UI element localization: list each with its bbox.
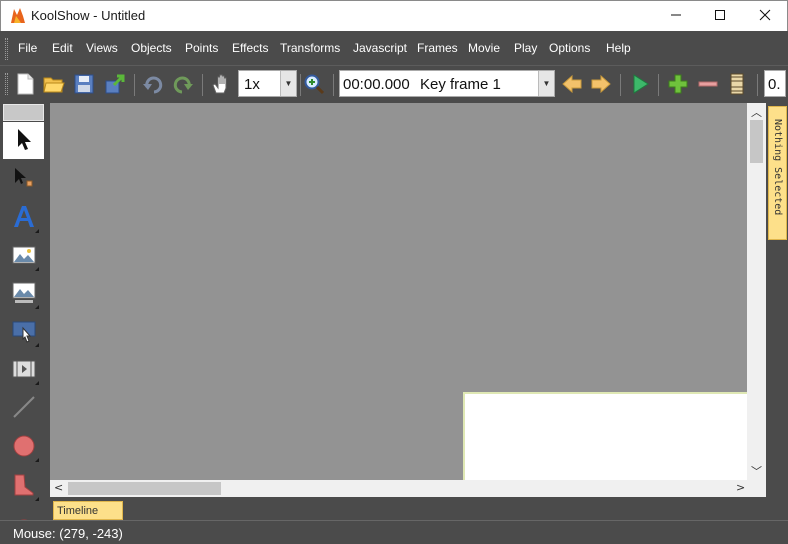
tool-palette-header: [3, 104, 44, 121]
new-document-icon[interactable]: [14, 73, 36, 95]
mouse-position: Mouse: (279, -243): [13, 526, 123, 541]
minimize-icon: [670, 9, 682, 24]
undo-icon[interactable]: [142, 73, 164, 95]
menu-file[interactable]: File: [18, 41, 37, 55]
menu-points[interactable]: Points: [185, 41, 218, 55]
timeline-tab[interactable]: Timeline: [53, 501, 123, 520]
bottom-panel-strip: [47, 498, 767, 520]
menu-edit[interactable]: Edit: [52, 41, 73, 55]
menu-grip[interactable]: [5, 38, 8, 60]
scroll-down-icon[interactable]: ﹀: [751, 463, 762, 479]
maximize-button[interactable]: [697, 1, 743, 31]
slideshow-tool-icon: [12, 282, 36, 307]
chevron-down-icon[interactable]: ▼: [538, 71, 554, 96]
properties-tab[interactable]: Nothing Selected: [768, 106, 787, 240]
editor-canvas[interactable]: [50, 103, 747, 480]
scroll-up-icon[interactable]: ︿: [751, 104, 762, 120]
shape-tool-icon: [12, 512, 36, 520]
tool-circle[interactable]: [3, 429, 44, 466]
menu-effects[interactable]: Effects: [232, 41, 268, 55]
zoom-in-icon[interactable]: [303, 73, 325, 95]
line-tool-icon: [12, 395, 36, 422]
minimize-button[interactable]: [653, 1, 699, 31]
properties-tab-label: Nothing Selected: [772, 119, 783, 216]
tool-palette: [0, 102, 47, 520]
menu-help[interactable]: Help: [606, 41, 631, 55]
horizontal-scrollbar[interactable]: < >: [50, 480, 747, 497]
scroll-corner: [747, 480, 766, 497]
menu-transforms[interactable]: Transforms: [280, 41, 340, 55]
text-tool-icon: [12, 204, 36, 233]
frame-select[interactable]: 00:00.000 Key frame 1 ▼: [339, 70, 555, 97]
koolshow-logo-icon: [9, 7, 27, 25]
tool-more[interactable]: [3, 507, 44, 520]
button-tool-icon: [12, 319, 36, 346]
next-frame-icon[interactable]: [590, 73, 612, 95]
export-icon[interactable]: [104, 73, 126, 95]
close-icon: [759, 9, 771, 24]
tool-point-select[interactable]: [3, 161, 44, 198]
tool-polygon[interactable]: [3, 468, 44, 505]
remove-frame-icon[interactable]: [697, 73, 719, 95]
menu-movie[interactable]: Movie: [468, 41, 500, 55]
select-arrow-icon: [13, 127, 35, 154]
horizontal-scroll-thumb[interactable]: [68, 482, 221, 495]
polygon-tool-icon: [12, 473, 36, 500]
tool-select[interactable]: [3, 122, 44, 159]
open-folder-icon[interactable]: [43, 73, 65, 95]
close-button[interactable]: [742, 1, 788, 31]
redo-icon[interactable]: [172, 73, 194, 95]
chevron-down-icon[interactable]: ▼: [280, 71, 296, 96]
hand-pan-icon[interactable]: [210, 73, 232, 95]
film-strip-icon[interactable]: [726, 73, 748, 95]
frame-time: 00:00.000: [343, 76, 410, 93]
tool-button[interactable]: [3, 314, 44, 351]
tool-text[interactable]: [3, 200, 44, 237]
status-bar: Mouse: (279, -243): [0, 520, 788, 544]
add-frame-icon[interactable]: [667, 73, 689, 95]
vertical-scrollbar[interactable]: ︿ ﹀: [747, 103, 766, 480]
scroll-right-icon[interactable]: >: [736, 481, 745, 494]
tool-line[interactable]: [3, 390, 44, 427]
tool-image[interactable]: [3, 238, 44, 275]
window-title: KoolShow - Untitled: [31, 8, 146, 23]
toolbar-grip[interactable]: [5, 73, 8, 95]
maximize-icon: [714, 9, 726, 24]
menu-play[interactable]: Play: [514, 41, 537, 55]
previous-frame-icon[interactable]: [561, 73, 583, 95]
image-tool-icon: [12, 245, 36, 268]
vertical-scroll-thumb[interactable]: [750, 120, 763, 163]
menu-views[interactable]: Views: [86, 41, 118, 55]
save-icon[interactable]: [73, 73, 95, 95]
zoom-select[interactable]: 1x ▼: [238, 70, 297, 97]
point-select-icon: [12, 166, 36, 193]
tool-movie[interactable]: [3, 352, 44, 389]
menu-bar: File Edit Views Objects Points Effects T…: [0, 31, 788, 65]
timeline-tab-label: Timeline: [57, 505, 99, 517]
tool-slideshow[interactable]: [3, 276, 44, 313]
menu-javascript[interactable]: Javascript: [353, 41, 407, 55]
stage-area[interactable]: [463, 392, 747, 480]
menu-options[interactable]: Options: [549, 41, 590, 55]
zoom-value: 1x: [244, 76, 260, 93]
circle-tool-icon: [12, 434, 36, 461]
movie-tool-icon: [12, 359, 36, 382]
play-icon[interactable]: [629, 73, 651, 95]
duration-value: 0.: [768, 76, 781, 93]
title-bar: KoolShow - Untitled: [0, 0, 788, 31]
menu-objects[interactable]: Objects: [131, 41, 172, 55]
duration-field[interactable]: 0.: [764, 70, 786, 97]
frame-name: Key frame 1: [420, 76, 501, 93]
scroll-left-icon[interactable]: <: [54, 481, 63, 494]
menu-frames[interactable]: Frames: [417, 41, 458, 55]
